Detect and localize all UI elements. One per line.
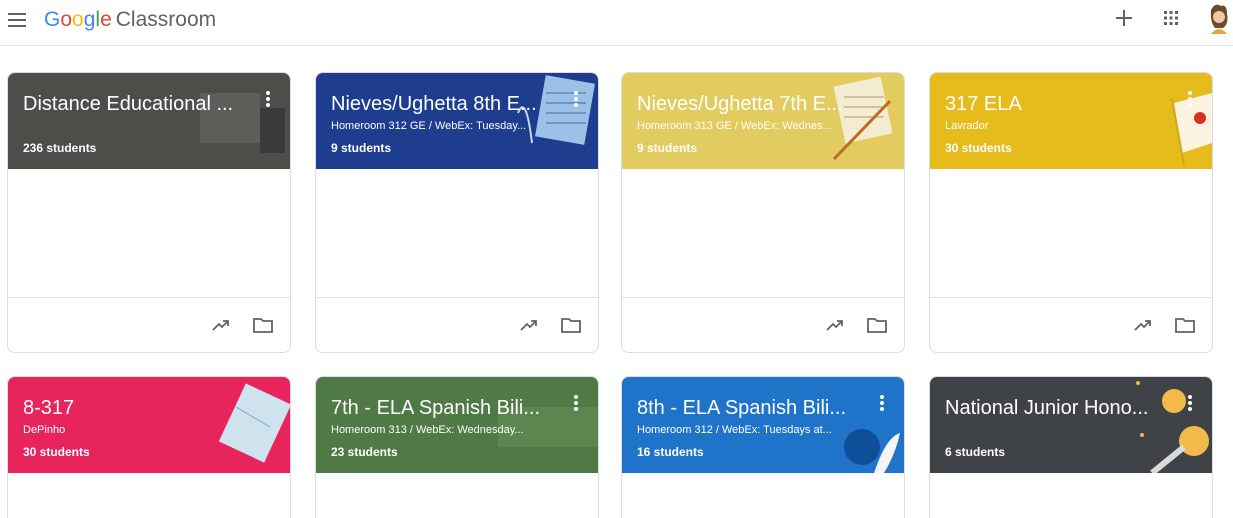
logo-letter: o bbox=[72, 8, 84, 31]
logo-letter: g bbox=[83, 8, 96, 31]
student-count: 9 students bbox=[637, 141, 698, 155]
class-banner[interactable]: 8-317 DePinho 30 students bbox=[8, 377, 290, 473]
class-card[interactable]: 8th - ELA Spanish Bili... Homeroom 312 /… bbox=[621, 376, 905, 518]
class-banner[interactable]: Nieves/Ughetta 8th E... Homeroom 312 GE … bbox=[316, 73, 598, 169]
card-actions bbox=[622, 297, 904, 352]
medal-illustration bbox=[1136, 381, 1209, 473]
student-count: 30 students bbox=[945, 141, 1012, 155]
class-section: DePinho bbox=[23, 424, 66, 436]
folder-icon[interactable] bbox=[866, 314, 888, 336]
class-banner[interactable]: 8th - ELA Spanish Bili... Homeroom 312 /… bbox=[622, 377, 904, 473]
logo-letter: e bbox=[100, 8, 112, 31]
more-vert-icon[interactable] bbox=[1186, 395, 1194, 415]
class-banner[interactable]: Distance Educational ... 236 students bbox=[8, 73, 290, 169]
more-vert-icon[interactable] bbox=[572, 395, 580, 415]
student-count: 30 students bbox=[23, 445, 90, 459]
student-count: 236 students bbox=[23, 141, 97, 155]
class-banner[interactable]: National Junior Hono... 6 students bbox=[930, 377, 1212, 473]
class-card[interactable]: Nieves/Ughetta 8th E... Homeroom 312 GE … bbox=[315, 72, 599, 353]
logo-letter: G bbox=[44, 8, 61, 31]
class-section: Homeroom 312 / WebEx: Tuesdays at... bbox=[637, 424, 832, 436]
student-count: 6 students bbox=[945, 445, 1006, 459]
class-title[interactable]: National Junior Hono... bbox=[945, 395, 1160, 421]
logo-letter: o bbox=[60, 8, 73, 31]
top-app-bar: Google Classroom bbox=[0, 0, 1233, 46]
student-count: 16 students bbox=[637, 445, 704, 459]
card-actions bbox=[8, 297, 290, 352]
class-card[interactable]: 7th - ELA Spanish Bili... Homeroom 313 /… bbox=[315, 376, 599, 518]
class-card[interactable]: 317 ELA Lavrador 30 students bbox=[929, 72, 1213, 353]
class-illustration bbox=[200, 93, 285, 153]
class-title[interactable]: Nieves/Ughetta 7th E... bbox=[637, 91, 852, 117]
class-banner[interactable]: 317 ELA Lavrador 30 students bbox=[930, 73, 1212, 169]
class-title[interactable]: 8-317 bbox=[23, 395, 238, 421]
plus-icon[interactable] bbox=[1113, 7, 1135, 29]
app-logo[interactable]: Google Classroom bbox=[44, 8, 216, 32]
trending-up-icon[interactable] bbox=[1132, 314, 1154, 336]
card-actions bbox=[316, 297, 598, 352]
class-title[interactable]: Distance Educational ... bbox=[23, 91, 238, 117]
avatar[interactable] bbox=[1205, 2, 1233, 34]
product-name: Classroom bbox=[115, 8, 217, 31]
class-card[interactable]: 8-317 DePinho 30 students bbox=[7, 376, 291, 518]
student-count: 23 students bbox=[331, 445, 398, 459]
class-banner[interactable]: 7th - ELA Spanish Bili... Homeroom 313 /… bbox=[316, 377, 598, 473]
more-vert-icon[interactable] bbox=[572, 91, 580, 111]
class-card[interactable]: National Junior Hono... 6 students bbox=[929, 376, 1213, 518]
class-card[interactable]: Nieves/Ughetta 7th E... Homeroom 313 GE … bbox=[621, 72, 905, 353]
class-title[interactable]: Nieves/Ughetta 8th E... bbox=[331, 91, 546, 117]
class-section: Homeroom 312 GE / WebEx: Tuesday... bbox=[331, 120, 527, 132]
folder-icon[interactable] bbox=[560, 314, 582, 336]
class-title[interactable]: 317 ELA bbox=[945, 91, 1160, 117]
class-banner[interactable]: Nieves/Ughetta 7th E... Homeroom 313 GE … bbox=[622, 73, 904, 169]
class-card[interactable]: Distance Educational ... 236 students bbox=[7, 72, 291, 353]
class-section: Homeroom 313 GE / WebEx: Wednes... bbox=[637, 120, 832, 132]
student-count: 9 students bbox=[331, 141, 392, 155]
card-actions bbox=[930, 297, 1212, 352]
trending-up-icon[interactable] bbox=[518, 314, 540, 336]
class-section: Homeroom 313 / WebEx: Wednesday... bbox=[331, 424, 524, 436]
class-title[interactable]: 7th - ELA Spanish Bili... bbox=[331, 395, 546, 421]
class-title[interactable]: 8th - ELA Spanish Bili... bbox=[637, 395, 852, 421]
trending-up-icon[interactable] bbox=[210, 314, 232, 336]
apps-grid-icon[interactable] bbox=[1163, 10, 1179, 26]
class-section: Lavrador bbox=[945, 120, 989, 132]
more-vert-icon[interactable] bbox=[264, 91, 272, 111]
trending-up-icon[interactable] bbox=[824, 314, 846, 336]
hamburger-menu-icon[interactable] bbox=[8, 13, 26, 27]
more-vert-icon[interactable] bbox=[878, 395, 886, 415]
more-vert-icon[interactable] bbox=[1186, 91, 1194, 111]
folder-icon[interactable] bbox=[252, 314, 274, 336]
folder-icon[interactable] bbox=[1174, 314, 1196, 336]
